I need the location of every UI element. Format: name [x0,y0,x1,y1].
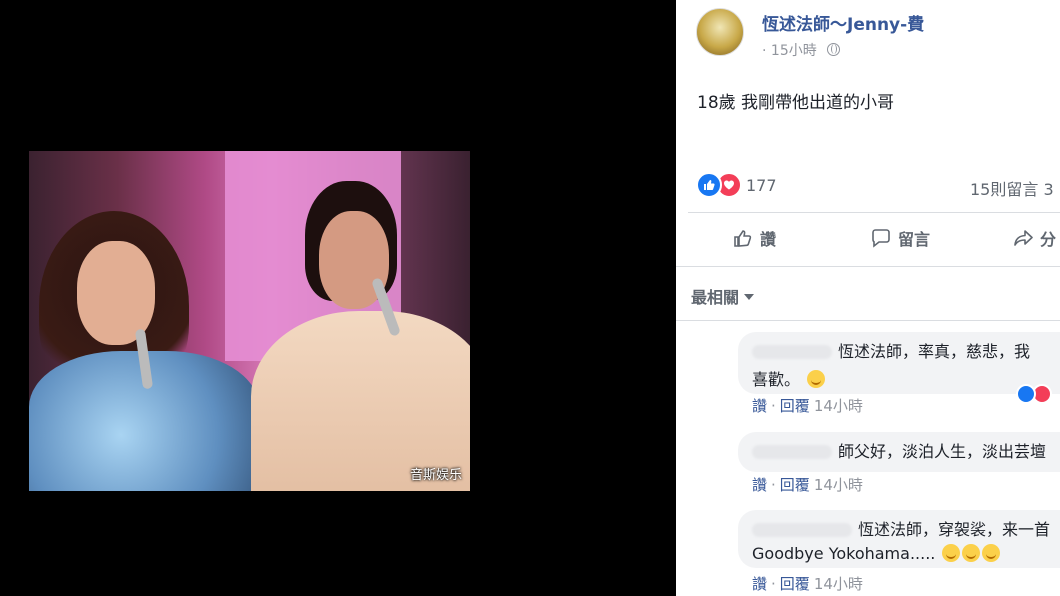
divider [676,266,1060,267]
comment-like-link[interactable]: 讚 [752,476,767,494]
comment-actions: 讚 · 回覆 14小時 [752,476,863,494]
post-meta: · 15小時 [762,40,841,60]
share-label: 分 [1040,230,1057,249]
comment-reply-link[interactable]: 回覆 [780,476,810,494]
photo-watermark: 音斯娱乐 [409,468,462,483]
comment-time[interactable]: 14小時 [814,397,863,415]
post-side-panel: 恆述法師～Jenny-費 · 15小時 18歲 我剛帶他出道的小哥 177 15… [676,0,1060,596]
sort-label: 最相關 [691,288,740,307]
thumbs-up-icon [734,230,752,247]
smile-emoji-icon [807,370,826,388]
comment-text: 師父好，淡泊人生，淡出芸壇 [838,442,1047,461]
share-arrow-icon [1014,230,1033,246]
like-reaction-icon [696,172,722,198]
grin-emoji-icon [962,544,981,562]
grin-emoji-icon [942,544,961,562]
comment-bubble: 師父好，淡泊人生，淡出芸壇 [738,432,1060,472]
comment-like-link[interactable]: 讚 [752,575,767,593]
comment-time[interactable]: 14小時 [814,476,863,494]
comment-sort-dropdown[interactable]: 最相關 [691,284,755,308]
comment-text: Goodbye Yokohama..... [752,544,936,563]
grin-emoji-icon [982,544,1001,562]
comment-text: 喜歡。 [752,370,801,389]
divider [676,320,1060,321]
post-photo[interactable]: 音斯娱乐 [29,151,470,491]
post-text: 18歲 我剛帶他出道的小哥 [697,93,895,113]
avatar[interactable] [696,8,744,56]
comment-reply-link[interactable]: 回覆 [780,575,810,593]
share-button[interactable]: 分 [1012,226,1056,250]
comment-label: 留言 [898,230,931,249]
photo-viewer: 音斯娱乐 [0,0,676,596]
comment-button[interactable]: 留言 [870,226,930,250]
speech-bubble-icon [872,229,890,248]
comment-count[interactable]: 15則留言 3 [970,176,1054,200]
blurred-commenter-name [752,445,832,459]
comment-time[interactable]: 14小時 [814,575,863,593]
comment-reply-link[interactable]: 回覆 [780,397,810,415]
like-label: 讚 [760,230,777,249]
comment-actions: 讚 · 回覆 14小時 [752,397,863,415]
caret-down-icon [744,294,755,300]
comment-bubble: 恆述法師，穿袈裟，来一首 Goodbye Yokohama..... [738,510,1060,568]
like-button[interactable]: 讚 [732,226,776,250]
blurred-commenter-name [752,345,832,359]
comment-reactions[interactable] [1016,384,1060,404]
comment-bubble: 恆述法師，率真，慈悲，我 喜歡。 [738,332,1060,394]
author-name[interactable]: 恆述法師～Jenny-費 [762,10,924,35]
comment-text: 恆述法師，率真，慈悲，我 [838,342,1031,361]
divider [688,212,1060,213]
comment-like-link[interactable]: 讚 [752,397,767,415]
comment-text: 恆述法師，穿袈裟，来一首 [858,520,1051,539]
reaction-count: 177 [746,176,777,195]
globe-icon [827,43,841,56]
post-time[interactable]: 15小時 [771,43,817,59]
blurred-commenter-name [752,523,852,537]
like-reaction-icon [1016,384,1036,404]
comment-actions: 讚 · 回覆 14小時 [752,575,863,593]
